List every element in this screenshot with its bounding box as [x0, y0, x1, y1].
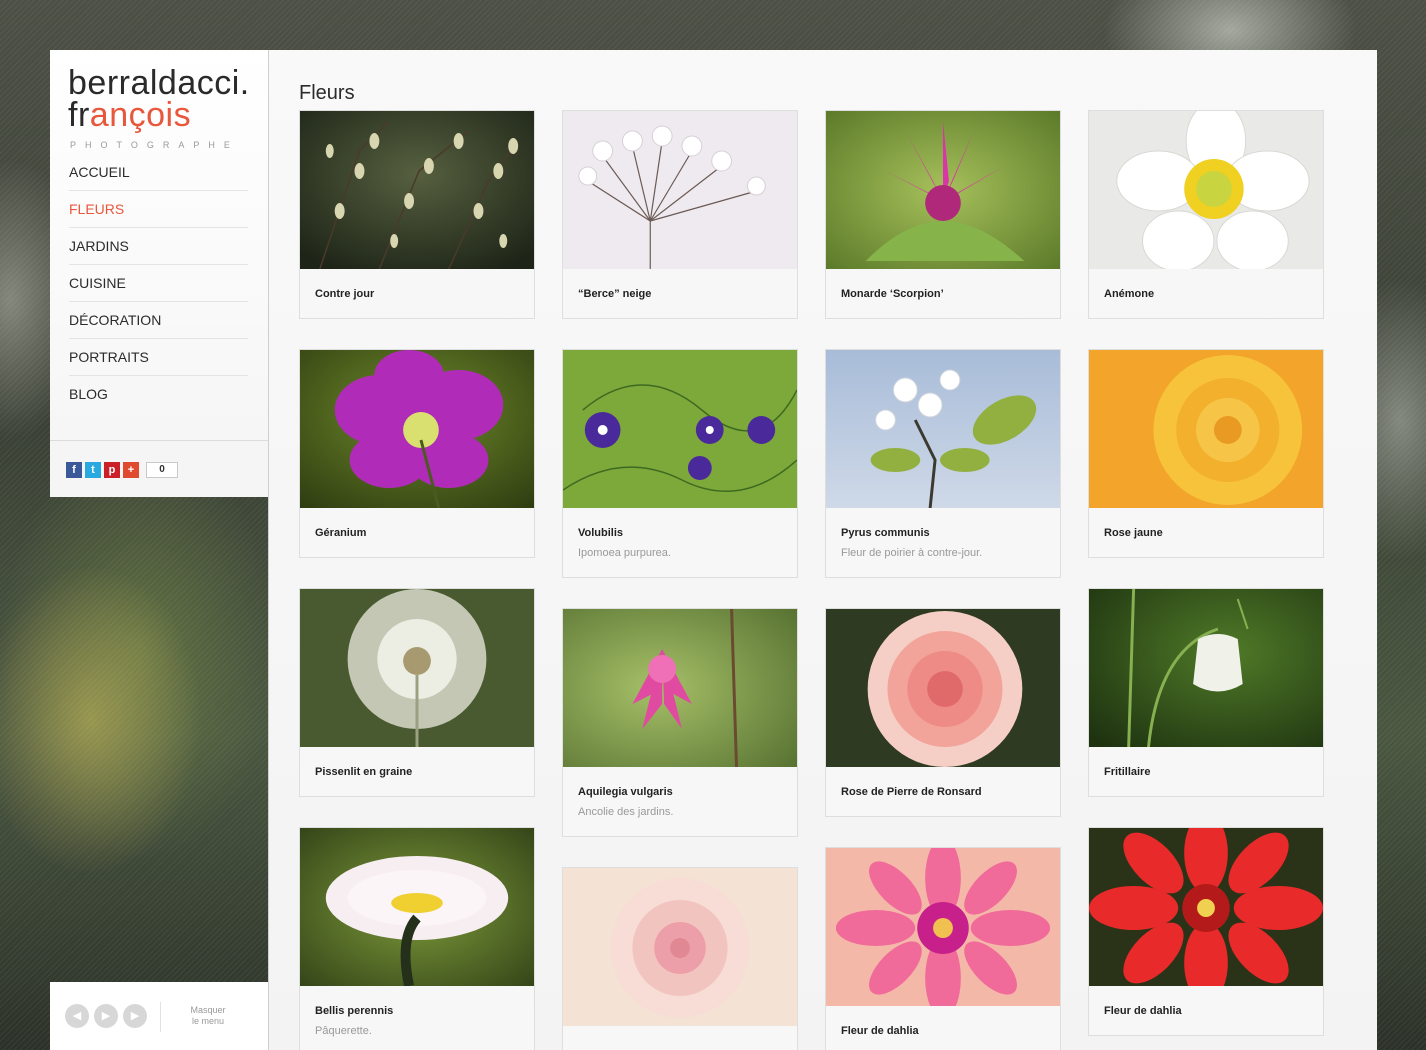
- nav-item-accueil[interactable]: ACCUEIL: [69, 154, 248, 191]
- page-title: Fleurs: [299, 82, 355, 104]
- photo-aquilegia[interactable]: [563, 608, 797, 768]
- card-title: “Berce” neige: [578, 288, 652, 300]
- gallery-card[interactable]: Rose jaune: [1088, 349, 1324, 558]
- gallery-card[interactable]: Volubilis Ipomoea purpurea.: [562, 349, 798, 578]
- hide-menu-button[interactable]: Masquer le menu: [168, 1005, 248, 1027]
- card-title: Rose jaune: [1104, 527, 1163, 539]
- next-icon[interactable]: ▶: [123, 1004, 147, 1028]
- logo-line-2[interactable]: françois: [68, 96, 191, 135]
- photo-fritillaire[interactable]: [1089, 588, 1323, 748]
- card-title: Monarde ‘Scorpion’: [841, 288, 944, 300]
- card-title: Contre jour: [315, 288, 375, 300]
- play-icon[interactable]: ▶: [94, 1004, 118, 1028]
- plus-icon[interactable]: +: [123, 462, 139, 478]
- photo-monarde[interactable]: [826, 111, 1060, 269]
- photo-pyrus[interactable]: [826, 350, 1060, 509]
- photo-bellis[interactable]: [300, 828, 534, 988]
- card-title: Volubilis: [578, 527, 624, 539]
- photo-rose-jaune[interactable]: [1089, 350, 1323, 508]
- nav-item-decoration[interactable]: DÉCORATION: [69, 302, 248, 339]
- photo-dahlia-rose[interactable]: [826, 838, 1060, 1018]
- pinterest-icon[interactable]: p: [104, 462, 120, 478]
- photo-contre-jour[interactable]: [300, 111, 534, 270]
- photo-geranium[interactable]: [300, 350, 534, 509]
- gallery-card[interactable]: [562, 867, 798, 1050]
- share-icons: f t p + 0: [66, 462, 178, 478]
- photo-dahlia-rouge[interactable]: [1089, 813, 1323, 1003]
- share-count: 0: [146, 462, 178, 478]
- nav-item-jardins[interactable]: JARDINS: [69, 228, 248, 265]
- gallery-card[interactable]: Géranium: [299, 349, 535, 558]
- gallery-card[interactable]: Monarde ‘Scorpion’: [825, 110, 1061, 319]
- photo-berce-neige[interactable]: [563, 111, 797, 269]
- nav-item-cuisine[interactable]: CUISINE: [69, 265, 248, 302]
- facebook-icon[interactable]: f: [66, 462, 82, 478]
- card-title: Aquilegia vulgaris: [578, 786, 673, 798]
- gallery-card[interactable]: Pyrus communis Fleur de poirier à contre…: [825, 349, 1061, 578]
- sidebar: berraldacci. françois PHOTOGRAPHE ACCUEI…: [50, 50, 268, 440]
- gallery-card[interactable]: Bellis perennis Pâquerette.: [299, 827, 535, 1050]
- gallery-card[interactable]: Pissenlit en graine: [299, 588, 535, 797]
- card-title: Pissenlit en graine: [315, 766, 413, 778]
- card-title: Anémone: [1104, 288, 1155, 300]
- logo-line-2-accent: ançois: [89, 96, 192, 134]
- divider: [160, 1002, 161, 1032]
- photo-anemone[interactable]: [1089, 100, 1323, 272]
- card-subtitle: Ipomoea purpurea.: [578, 547, 671, 559]
- logo-line-2-prefix: fr: [68, 96, 90, 134]
- card-subtitle: Ancolie des jardins.: [578, 806, 674, 818]
- gallery-card[interactable]: Aquilegia vulgaris Ancolie des jardins.: [562, 608, 798, 837]
- gallery-card[interactable]: Fritillaire: [1088, 588, 1324, 797]
- card-title: Rose de Pierre de Ronsard: [841, 786, 982, 798]
- gallery-card[interactable]: “Berce” neige: [562, 110, 798, 319]
- card-title: Fleur de dahlia: [1104, 1005, 1182, 1017]
- gallery-card[interactable]: Fleur de dahlia: [1088, 813, 1324, 1036]
- card-subtitle: Pâquerette.: [315, 1025, 372, 1037]
- nav-item-blog[interactable]: BLOG: [69, 376, 248, 412]
- nav-item-portraits[interactable]: PORTRAITS: [69, 339, 248, 376]
- twitter-icon[interactable]: t: [85, 462, 101, 478]
- logo-subtitle: PHOTOGRAPHE: [70, 140, 239, 150]
- share-bar: f t p + 0: [50, 440, 268, 497]
- gallery-card[interactable]: Contre jour: [299, 110, 535, 319]
- nav-item-fleurs[interactable]: FLEURS: [69, 191, 248, 228]
- card-title: Pyrus communis: [841, 527, 930, 539]
- photo-pissenlit[interactable]: [300, 589, 534, 747]
- previous-icon[interactable]: ◀: [65, 1004, 89, 1028]
- card-title: Fleur de dahlia: [841, 1025, 919, 1037]
- gallery-card[interactable]: Rose de Pierre de Ronsard: [825, 608, 1061, 817]
- hide-menu-line-1: Masquer: [190, 1005, 226, 1015]
- gallery-card[interactable]: Fleur de dahlia: [825, 838, 1061, 1050]
- main-content: Fleurs Contre jour “Berce” neige Monarde…: [268, 50, 1377, 1050]
- photo-rose-ronsard[interactable]: [826, 609, 1060, 767]
- card-title: Bellis perennis: [315, 1005, 394, 1017]
- card-subtitle: Fleur de poirier à contre-jour.: [841, 547, 983, 559]
- slideshow-controls: ◀ ▶ ▶ Masquer le menu: [50, 982, 268, 1050]
- hide-menu-line-2: le menu: [191, 1016, 225, 1026]
- gallery-card[interactable]: Anémone: [1088, 100, 1324, 319]
- main-nav: ACCUEIL FLEURS JARDINS CUISINE DÉCORATIO…: [69, 154, 248, 412]
- photo-rose-pale[interactable]: [563, 868, 797, 1026]
- photo-volubilis[interactable]: [562, 350, 798, 508]
- card-title: Fritillaire: [1104, 766, 1151, 778]
- card-title: Géranium: [315, 527, 367, 539]
